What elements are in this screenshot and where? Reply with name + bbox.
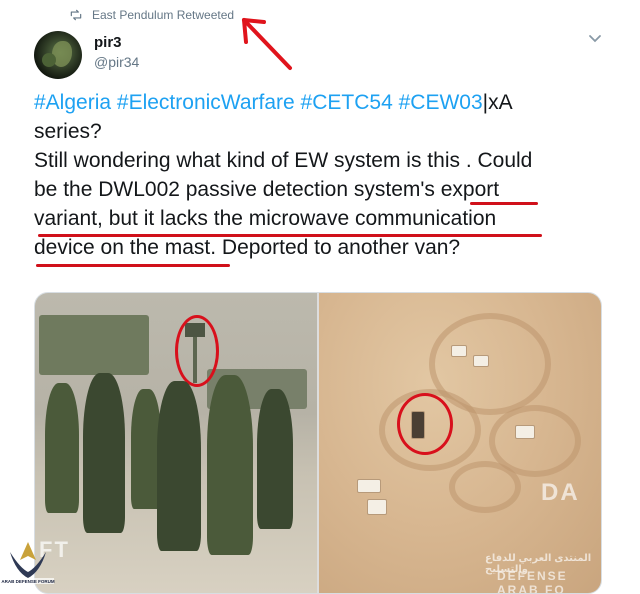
annotation-arrow [242,18,292,70]
author-handle[interactable]: @pir34 [94,54,139,70]
tweet-text-segment: be the DWL002 passive detection system's… [34,178,500,201]
forum-logo: ARAB DEFENSE FORUM [1,542,55,584]
annotation-underline [470,202,538,205]
tweet-text-line: series? [34,117,594,146]
hashtag-link[interactable]: #CETC54 [301,91,393,114]
tweet-text-line: be the DWL002 passive detection system's… [34,175,594,204]
tweet-text-line: variant, but it lacks the microwave comm… [34,204,594,233]
right-watermark-text: DEFENSE ARAB FO [497,569,568,593]
media-photo-satellite[interactable]: DA المنتدى العربي للدفاع والتسليح DEFENS… [319,293,601,593]
hashtag-link[interactable]: #ElectronicWarfare [117,91,295,114]
annotation-circle [175,315,219,387]
tweet-text-segment: device on the mast. Deported to another … [34,236,461,259]
hashtag-link[interactable]: #CEW03 [399,91,483,114]
avatar[interactable] [34,31,82,79]
tweet-text-segment: series? [34,120,102,143]
chevron-down-icon[interactable] [588,34,602,44]
tweet-text-line: #Algeria #ElectronicWarfare #CETC54 #CEW… [34,88,594,117]
retweet-context[interactable]: East Pendulum Retweeted [68,6,234,24]
tweet-text-line: Still wondering what kind of EW system i… [34,146,594,175]
forum-logo-text: ARAB DEFENSE FORUM [1,579,55,584]
tweet-text-segment: Still wondering what kind of EW system i… [34,149,533,172]
tweet-text-line: device on the mast. Deported to another … [34,233,594,262]
hashtag-link[interactable]: #Algeria [34,91,111,114]
tweet-text-segment: variant, but it lacks the microwave comm… [34,207,497,230]
retweet-label[interactable]: East Pendulum Retweeted [92,8,234,22]
media-photo-soldiers[interactable]: FT [35,293,317,593]
retweet-icon [70,9,82,21]
annotation-underline [38,234,542,237]
author-display-name[interactable]: pir3 [94,34,122,51]
annotation-circle [397,393,453,455]
tweet-media[interactable]: FT DA المنتدى العربي للدفاع والتسليح DEF… [34,292,602,594]
tweet-text-segment: |xA [482,91,513,114]
annotation-underline [36,264,230,267]
right-watermark-mark: DA [541,479,580,506]
